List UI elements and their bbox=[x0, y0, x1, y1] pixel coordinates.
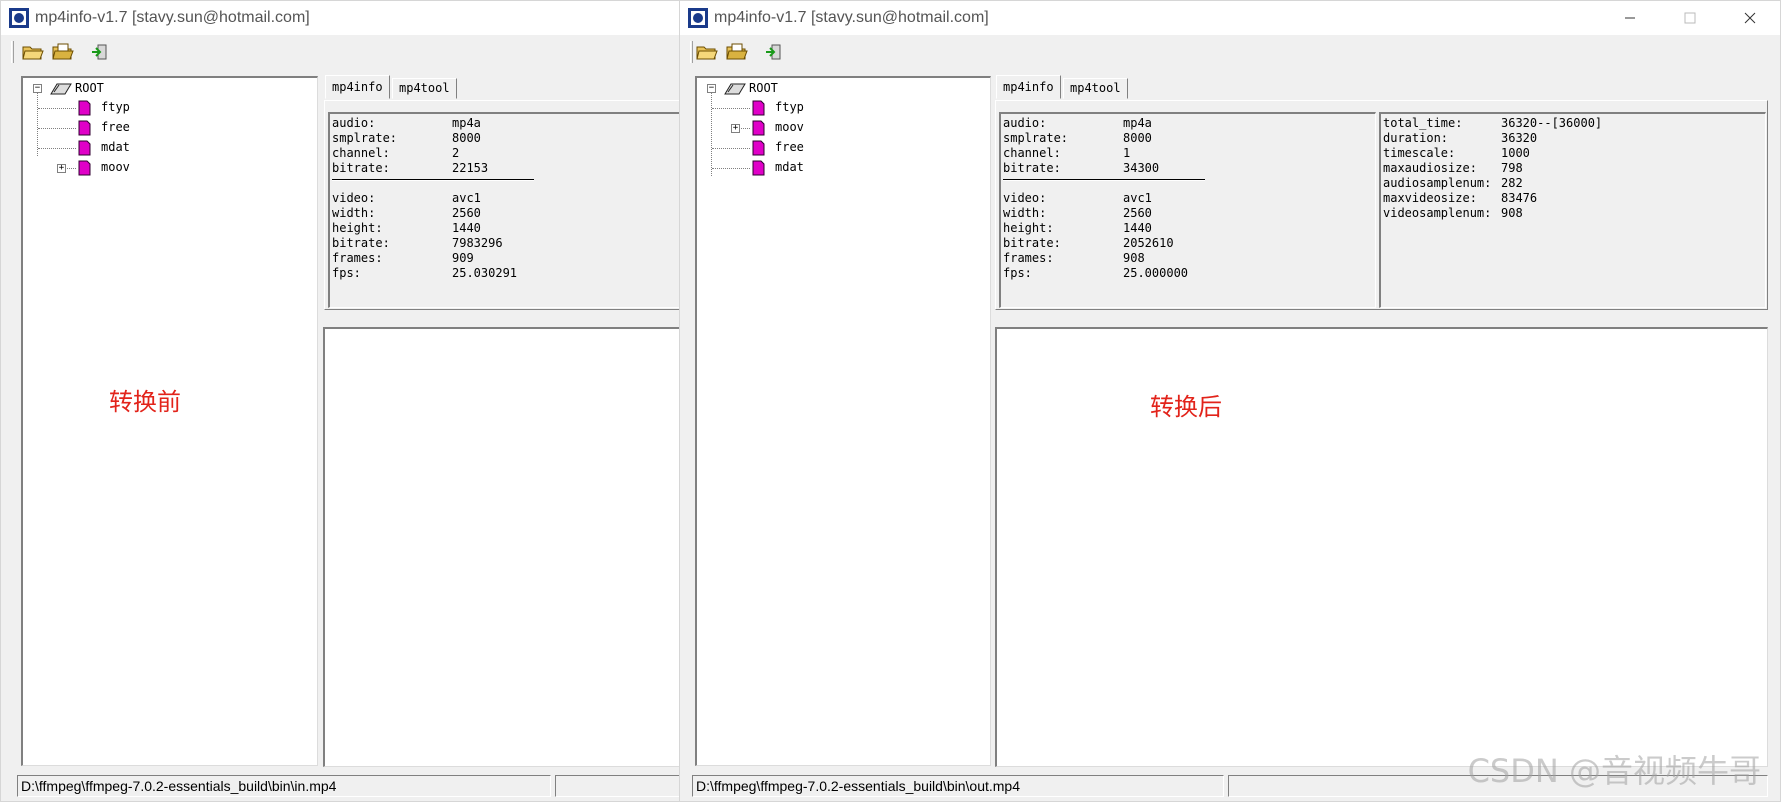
tree-item[interactable]: + moov bbox=[29, 159, 229, 177]
tree-item[interactable]: mdat bbox=[703, 159, 903, 177]
root-icon bbox=[50, 83, 72, 95]
close-icon bbox=[1744, 12, 1756, 24]
tab-strip: mp4info mp4tool bbox=[996, 75, 1396, 101]
atom-icon bbox=[752, 160, 765, 176]
title-bar[interactable]: mp4info-v1.7 [stavy.sun@hotmail.com] bbox=[1, 1, 679, 35]
atom-tree[interactable]: − ROOT ftyp + moov free mdat bbox=[695, 76, 991, 766]
tab-mp4tool[interactable]: mp4tool bbox=[392, 78, 457, 99]
tree-item-label: moov bbox=[775, 120, 804, 134]
window-title: mp4info-v1.7 [stavy.sun@hotmail.com] bbox=[714, 9, 989, 26]
tree-item-label: free bbox=[775, 140, 804, 154]
log-pane[interactable]: 转换后 bbox=[995, 327, 1768, 767]
left-mp4info-window: mp4info-v1.7 [stavy.sun@hotmail.com] − R… bbox=[0, 0, 680, 802]
tab-mp4tool[interactable]: mp4tool bbox=[1063, 78, 1128, 99]
toolbar bbox=[680, 35, 1780, 69]
atom-icon bbox=[752, 120, 765, 136]
collapse-icon[interactable]: − bbox=[707, 84, 716, 93]
open-folder-alt-icon[interactable] bbox=[51, 41, 75, 63]
app-icon bbox=[9, 8, 29, 28]
tree-root-label: ROOT bbox=[75, 81, 104, 95]
vertical-scrollbar[interactable] bbox=[1750, 329, 1767, 766]
tree-root-label: ROOT bbox=[749, 81, 778, 95]
tree-item[interactable]: ftyp bbox=[29, 99, 229, 117]
separator bbox=[1003, 179, 1205, 181]
open-folder-icon[interactable] bbox=[21, 41, 45, 63]
tree-item[interactable]: mdat bbox=[29, 139, 229, 157]
tree-item[interactable]: free bbox=[29, 119, 229, 137]
app-icon bbox=[688, 8, 708, 28]
tree-item-label: mdat bbox=[101, 140, 130, 154]
separator bbox=[332, 179, 534, 181]
toolbar bbox=[1, 35, 679, 69]
close-button[interactable] bbox=[1720, 1, 1780, 35]
sample-info-box: total_time: 36320--[36000] duration: 36320… bbox=[1379, 112, 1766, 308]
atom-tree[interactable]: − ROOT ftyp free mdat + moov 转换前 bbox=[21, 76, 318, 766]
tab-mp4info[interactable]: mp4info bbox=[325, 75, 390, 99]
toolbar-grip[interactable] bbox=[690, 41, 693, 63]
root-icon bbox=[724, 83, 746, 95]
collapse-icon[interactable]: − bbox=[33, 84, 42, 93]
atom-icon bbox=[78, 140, 91, 156]
minimize-icon bbox=[1625, 17, 1635, 19]
tree-item-label: ftyp bbox=[775, 100, 804, 114]
atom-icon bbox=[78, 120, 91, 136]
tree-item[interactable]: + moov bbox=[703, 119, 903, 137]
window-title: mp4info-v1.7 [stavy.sun@hotmail.com] bbox=[35, 9, 310, 26]
title-bar[interactable]: mp4info-v1.7 [stavy.sun@hotmail.com] bbox=[680, 1, 1780, 35]
tree-root[interactable]: − ROOT bbox=[703, 80, 903, 98]
atom-icon bbox=[752, 100, 765, 116]
tree-item[interactable]: free bbox=[703, 139, 903, 157]
atom-icon bbox=[752, 140, 765, 156]
tree-item-label: free bbox=[101, 120, 130, 134]
tree-root[interactable]: − ROOT bbox=[29, 80, 229, 98]
maximize-button[interactable] bbox=[1660, 1, 1720, 35]
maximize-icon bbox=[1684, 12, 1696, 24]
exit-icon[interactable] bbox=[761, 41, 785, 63]
exit-icon[interactable] bbox=[87, 41, 111, 63]
tab-mp4info[interactable]: mp4info bbox=[996, 75, 1061, 99]
tree-item[interactable]: ftyp bbox=[703, 99, 903, 117]
info-panel: audio: mp4a smplrate: 8000 channel: 2 bitra… bbox=[324, 100, 679, 310]
tree-item-label: moov bbox=[101, 160, 130, 174]
tab-strip: mp4info mp4tool bbox=[325, 75, 679, 101]
status-bar: D:\ffmpeg\ffmpeg-7.0.2-essentials_build\… bbox=[1, 772, 679, 801]
annotation-label: 转换前 bbox=[109, 388, 181, 416]
stream-info-box: audio: mp4a smplrate: 8000 channel: 2 bitra… bbox=[328, 112, 679, 308]
toolbar-grip[interactable] bbox=[11, 41, 14, 63]
stream-info-box: audio: mp4a smplrate: 8000 channel: 1 bitra… bbox=[999, 112, 1376, 308]
atom-icon bbox=[78, 160, 91, 176]
status-file-path: D:\ffmpeg\ffmpeg-7.0.2-essentials_build\… bbox=[692, 775, 1224, 797]
minimize-button[interactable] bbox=[1600, 1, 1660, 35]
atom-icon bbox=[78, 100, 91, 116]
log-pane[interactable] bbox=[323, 327, 679, 767]
watermark: CSDN @音视频牛哥 bbox=[1467, 752, 1761, 790]
open-folder-alt-icon[interactable] bbox=[725, 41, 749, 63]
expand-icon[interactable]: + bbox=[731, 124, 740, 133]
tree-item-label: mdat bbox=[775, 160, 804, 174]
expand-icon[interactable]: + bbox=[57, 164, 66, 173]
right-mp4info-window: mp4info-v1.7 [stavy.sun@hotmail.com] − R… bbox=[679, 0, 1781, 802]
tree-item-label: ftyp bbox=[101, 100, 130, 114]
status-file-path: D:\ffmpeg\ffmpeg-7.0.2-essentials_build\… bbox=[17, 775, 551, 797]
info-panel: audio: mp4a smplrate: 8000 channel: 1 bitra… bbox=[995, 100, 1768, 310]
status-cell-empty bbox=[555, 775, 679, 797]
annotation-label: 转换后 bbox=[1150, 393, 1222, 421]
open-folder-icon[interactable] bbox=[695, 41, 719, 63]
